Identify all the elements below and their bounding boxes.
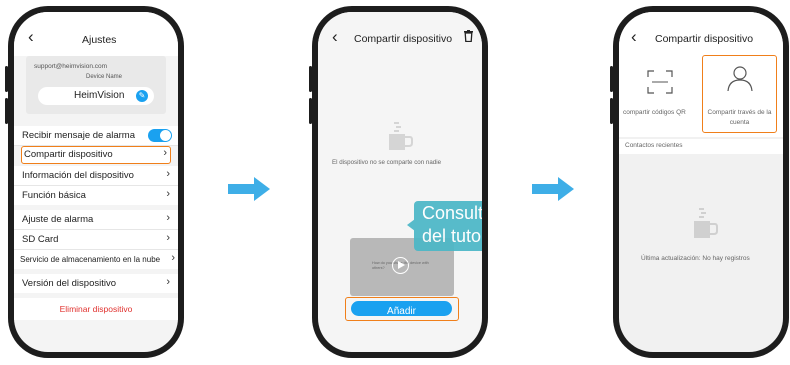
settings-row-label: Versión del dispositivo	[22, 278, 116, 289]
recent-contacts-row: Contactos recientes	[619, 139, 783, 154]
recent-contacts-label: Contactos recientes	[625, 142, 683, 149]
phone-share-options: ‹ Compartir dispositivo compartir código…	[610, 6, 789, 358]
phone-side-button	[5, 98, 8, 124]
phone-share-device: ‹ Compartir dispositivo El dispositivo n…	[309, 6, 488, 358]
chevron-right-icon: ›	[171, 252, 175, 264]
flow-arrow-icon	[228, 177, 270, 201]
flow-arrow-icon	[532, 177, 574, 201]
share-options-panel: compartir códigos QR Compartir través de…	[619, 52, 783, 137]
tooltip-line-1: Consulte el vídeo	[422, 203, 482, 223]
chevron-right-icon: ›	[166, 232, 170, 244]
settings-row-label: Información del dispositivo	[22, 170, 134, 181]
device-name-value: HeimVision	[74, 90, 125, 101]
settings-row-device-info[interactable]: Información del dispositivo ›	[14, 166, 178, 185]
settings-row-label: Servicio de almacenamiento en la nube	[20, 255, 161, 264]
toggle-knob	[160, 130, 171, 141]
share-option-account-label: Compartir través de la cuenta	[707, 109, 772, 126]
settings-row-device-version[interactable]: Versión del dispositivo ›	[14, 274, 178, 293]
phone-side-button	[5, 66, 8, 92]
page-title: Compartir dispositivo	[655, 33, 754, 45]
tooltip-pointer	[407, 219, 415, 231]
phone-side-button	[309, 98, 312, 124]
settings-row-cloud-storage[interactable]: Servicio de almacenamiento en la nube ›	[14, 250, 178, 269]
empty-share-message: El dispositivo no se comparte con nadie	[332, 159, 442, 166]
settings-row-label: Compartir dispositivo	[24, 149, 113, 160]
settings-row-label: SD Card	[22, 234, 59, 245]
phone-ajustes: ‹ Ajustes support@heimvision.com Device …	[5, 6, 184, 358]
settings-row-label: Ajuste de alarma	[22, 214, 94, 225]
tooltip-line-2: del tutorial aquí	[422, 226, 482, 246]
chevron-right-icon: ›	[166, 168, 170, 180]
settings-row-share[interactable]: Compartir dispositivo ›	[21, 146, 171, 164]
play-icon[interactable]	[392, 257, 409, 274]
settings-row-label: Función básica	[22, 190, 86, 201]
page-title: Compartir dispositivo	[354, 33, 453, 45]
alarm-message-row: Recibir mensaje de alarma	[14, 126, 178, 145]
chevron-right-icon: ›	[166, 212, 170, 224]
settings-row-alarm-settings[interactable]: Ajuste de alarma ›	[14, 210, 178, 229]
delete-device-button[interactable]: Eliminar dispositivo	[14, 304, 178, 314]
share-options-screen: ‹ Compartir dispositivo compartir código…	[619, 12, 783, 352]
qr-scan-icon	[647, 70, 673, 94]
empty-cup-icon	[694, 208, 718, 238]
back-icon[interactable]: ‹	[28, 28, 34, 45]
device-card: support@heimvision.com Device Name HeimV…	[26, 56, 166, 114]
add-button[interactable]: Añadir	[351, 301, 452, 317]
back-icon[interactable]: ‹	[332, 28, 338, 45]
device-name-field[interactable]: HeimVision ✎	[38, 87, 154, 105]
page-title: Ajustes	[82, 34, 117, 46]
trash-icon[interactable]	[464, 30, 473, 42]
no-records-message: Última actualización: No hay registros	[641, 255, 750, 262]
share-header: ‹ Compartir dispositivo	[318, 12, 482, 52]
phone-side-button	[610, 66, 613, 92]
settings-row-sd-card[interactable]: SD Card ›	[14, 230, 178, 249]
play-triangle-icon	[398, 261, 405, 269]
chevron-right-icon: ›	[166, 188, 170, 200]
add-button-label: Añadir	[387, 306, 416, 317]
alarm-toggle[interactable]	[148, 129, 172, 142]
share-option-qr-label: compartir códigos QR	[623, 109, 686, 116]
phone-side-button	[309, 66, 312, 92]
chevron-right-icon: ›	[166, 276, 170, 288]
account-email: support@heimvision.com	[34, 63, 108, 70]
settings-screen: ‹ Ajustes support@heimvision.com Device …	[14, 12, 178, 352]
user-account-icon	[727, 66, 753, 92]
chevron-right-icon: ›	[163, 147, 167, 159]
share-options-header: ‹ Compartir dispositivo	[619, 12, 783, 52]
edit-pencil-icon[interactable]: ✎	[136, 90, 148, 102]
alarm-message-label: Recibir mensaje de alarma	[22, 130, 135, 141]
settings-header: ‹ Ajustes	[14, 12, 178, 56]
back-icon[interactable]: ‹	[631, 28, 637, 45]
delete-device-row[interactable]: Eliminar dispositivo	[14, 298, 178, 320]
add-button-highlight: Añadir	[345, 297, 459, 321]
share-option-qr[interactable]: compartir códigos QR	[619, 52, 703, 137]
share-option-account[interactable]: Compartir través de la cuenta	[702, 55, 777, 133]
phone-side-button	[610, 98, 613, 124]
empty-cup-icon	[389, 122, 413, 150]
settings-row-basic-function[interactable]: Función básica ›	[14, 186, 178, 205]
device-name-caption: Device Name	[86, 74, 123, 80]
tutorial-tooltip: Consulte el vídeo del tutorial aquí	[407, 201, 482, 251]
share-device-screen: ‹ Compartir dispositivo El dispositivo n…	[318, 12, 482, 352]
